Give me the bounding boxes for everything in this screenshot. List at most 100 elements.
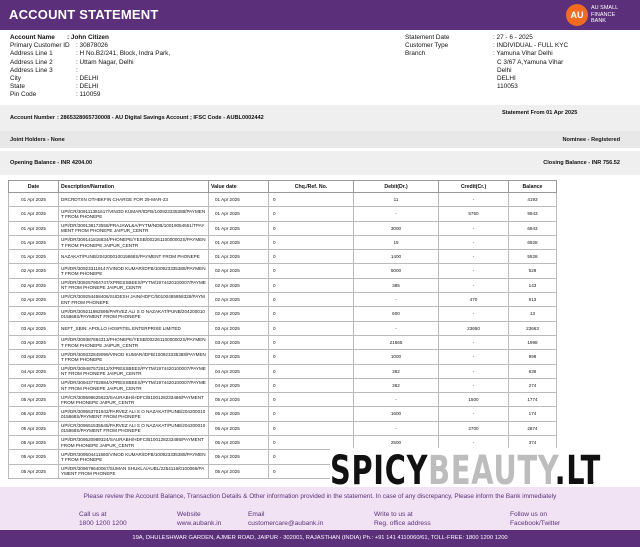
cell-value-date: 01 Apr 2025 — [208, 249, 269, 265]
col-header-date: Date — [8, 180, 59, 193]
cell-description: UPI/CR/309254458406/SUDESH JAIN/HDFC/501… — [58, 292, 209, 308]
state-label: State — [10, 83, 25, 91]
cell-debit: 362 — [353, 377, 439, 394]
table-row: 05 Apr 2025 UPI/CR/309551535545/PARVEZ AL… — [8, 420, 557, 437]
cell-balance: 613 — [508, 292, 557, 308]
cell-date: 05 Apr 2025 — [8, 435, 59, 451]
cell-balance: 5528 — [508, 249, 557, 265]
cell-chq-ref: 0 — [268, 220, 354, 236]
cell-balance: 9943 — [508, 206, 557, 222]
cell-description: UPI/DR/309332849099/VINOD KUMAR/IDFB/100… — [58, 349, 209, 365]
cell-description: UPI/DR/309553701942/PARVEZ ALI S O NAZAK… — [58, 406, 209, 422]
branch-line2: C 3/67 A,Yamuna Vihar — [497, 58, 564, 66]
cell-description: UPI/DR/309257904747/XPRESSBEES/PYTM/1974… — [58, 277, 209, 294]
call-value[interactable]: 1800 1200 1200 — [79, 520, 127, 529]
col-header-debit: Debit(Dr.) — [353, 180, 439, 193]
cell-description: UPI/CR/309551535545/PARVEZ ALI S O NAZAK… — [58, 420, 209, 437]
cell-date: 03 Apr 2025 — [8, 334, 59, 351]
joint-holders: Joint Holders - None — [10, 136, 65, 143]
cell-description: UPI/DR/309387864313/PHONEPE/YESB/0022611… — [58, 334, 209, 351]
cell-description: UPI/DR/309138173558/PRAJAWL&A/PYTM/NDB/1… — [58, 220, 209, 236]
cell-debit: 600 — [353, 306, 439, 322]
follow-label: Follow us on — [510, 511, 548, 518]
transactions-table: Date Description/Narration Value date Ch… — [8, 180, 557, 479]
cell-credit: - — [438, 377, 509, 394]
cell-value-date: 03 Apr 2025 — [208, 320, 269, 336]
email-link[interactable]: customercare@aubank.in — [248, 520, 323, 529]
branch-line3: Delhi — [497, 66, 512, 74]
cell-chq-ref: 0 — [268, 320, 354, 336]
statement-date-label: Statement Date — [405, 34, 450, 41]
branch-line5: 110053 — [497, 83, 518, 91]
statement-from: Statement From 01 Apr 2025 — [502, 109, 578, 116]
cell-value-date: 05 Apr 2025 — [208, 449, 269, 465]
account-number: : 2865328065730008 - AU Digital Savings … — [57, 115, 264, 121]
cell-credit: - — [438, 349, 509, 365]
cell-date: 03 Apr 2025 — [8, 349, 59, 365]
cell-balance: 174 — [508, 406, 557, 422]
cell-date: 04 Apr 2025 — [8, 363, 59, 379]
write-label: Write to us at — [374, 511, 413, 518]
cell-chq-ref: 0 — [268, 363, 354, 379]
cell-chq-ref: 0 — [268, 306, 354, 322]
cell-debit: 1600 — [353, 406, 439, 422]
account-number-label: Account Number — [10, 115, 56, 121]
cell-debit: - — [353, 420, 439, 437]
state: : DELHI — [76, 83, 99, 91]
address-line2: : Uttam Nagar, Delhi — [76, 58, 134, 66]
cell-balance: 2874 — [508, 420, 557, 437]
cell-debit: 5000 — [353, 263, 439, 279]
cell-credit: - — [438, 234, 509, 251]
cell-date: 04 Apr 2025 — [8, 377, 59, 394]
follow-value[interactable]: Facebook/Twitter — [510, 520, 560, 529]
customer-info: Account Name: John Citizen Primary Custo… — [10, 34, 170, 100]
cell-value-date: 05 Apr 2025 — [208, 420, 269, 437]
cell-debit: 1000 — [353, 349, 439, 365]
statement-info: Statement Date: 27 - 6 - 2025 Customer T… — [405, 34, 568, 91]
table-row: 01 Apr 2025 UPI/DR/309141816834/PHONEPE/Y… — [8, 234, 557, 251]
cell-credit: - — [438, 277, 509, 294]
cell-credit: - — [438, 249, 509, 265]
cell-description: UPI/DR/309437702884/XPRESSBEES/PYTM/1974… — [58, 377, 209, 394]
branch-label: Branch — [405, 50, 426, 58]
cell-value-date: 02 Apr 2025 — [208, 292, 269, 308]
cell-balance: 6928 — [508, 234, 557, 251]
cell-date: 01 Apr 2025 — [8, 220, 59, 236]
cell-balance: 274 — [508, 377, 557, 394]
cell-credit: 23650 — [438, 320, 509, 336]
pincode: : 110059 — [76, 91, 101, 99]
cell-debit: - — [353, 206, 439, 222]
cell-chq-ref: 0 — [268, 249, 354, 265]
joint-holders-band: Joint Holders - None Nominee - Registere… — [0, 131, 640, 148]
website-link[interactable]: www.aubank.in — [177, 520, 221, 529]
cell-date: 05 Apr 2025 — [8, 406, 59, 422]
cell-debit: 21665 — [353, 334, 439, 351]
write-value: Reg. office address — [374, 519, 431, 527]
cell-debit: - — [353, 320, 439, 336]
cell-date: 02 Apr 2025 — [8, 263, 59, 279]
cell-credit: - — [438, 263, 509, 279]
cell-chq-ref: 0 — [268, 191, 354, 208]
statement-title: ACCOUNT STATEMENT — [9, 7, 159, 22]
page-number: 1 — [591, 479, 595, 485]
contact-call: Call us at 1800 1200 1200 — [79, 511, 127, 528]
cell-balance: 1998 — [508, 334, 557, 351]
cell-value-date: 05 Apr 2025 — [208, 392, 269, 408]
cell-description: NAZAKAT/PUNB/204200010015868S/PAYMENT FR… — [58, 249, 209, 265]
table-row: 01 Apr 2025 UPI/CR/309111381617/VINOD KUM… — [8, 206, 557, 222]
header-bar: ACCOUNT STATEMENT AU AU SMALL FINANCE BA… — [0, 0, 640, 30]
account-number-band: Account Number : 2865328065730008 - AU D… — [0, 105, 640, 131]
col-header-description: Description/Narration — [58, 180, 209, 193]
table-row: 02 Apr 2025 UPI/DR/309211982595/PARVEZ AL… — [8, 306, 557, 322]
col-header-chq-ref: Chq./Ref. No. — [268, 180, 354, 193]
col-header-value-date: Value date — [208, 180, 269, 193]
cell-description: UPI/DR/309487572612/XPRESSBEES/PYTM/1974… — [58, 363, 209, 379]
cell-debit: 362 — [353, 363, 439, 379]
cell-date: 02 Apr 2025 — [8, 292, 59, 308]
table-row: 03 Apr 2025 UPI/DR/309387864313/PHONEPE/Y… — [8, 334, 557, 351]
contact-follow: Follow us on Facebook/Twitter — [510, 511, 560, 528]
balance-band: Opening Balance - INR 4204.00 Closing Ba… — [0, 151, 640, 175]
cell-date: 01 Apr 2025 — [8, 234, 59, 251]
address-line1: : H No.B2/241, Block, Indra Park, — [76, 50, 171, 58]
cell-chq-ref: 0 — [268, 406, 354, 422]
